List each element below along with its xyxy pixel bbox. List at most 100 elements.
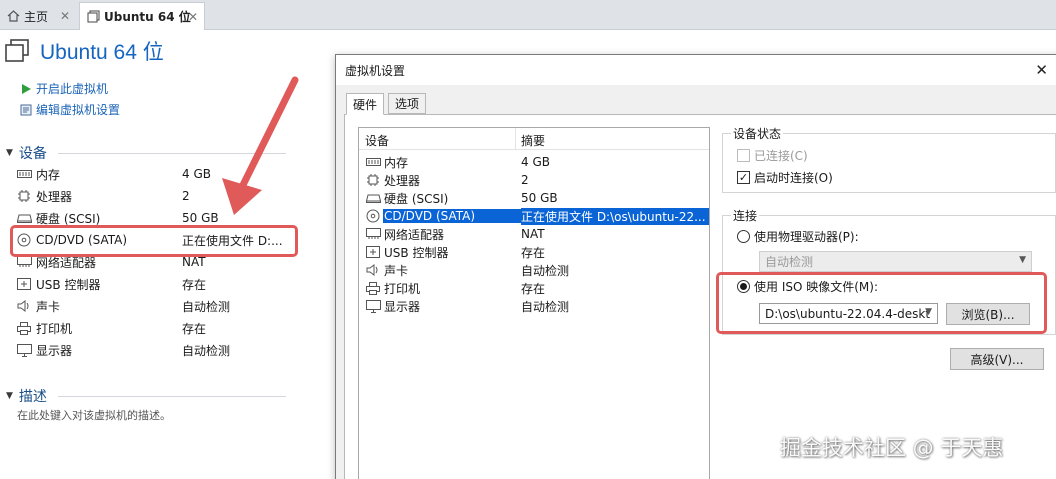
edit-settings-label: 编辑虚拟机设置 xyxy=(36,103,121,117)
device-row-sound[interactable]: 声卡 自动检测 xyxy=(16,295,294,317)
hardware-row-cdrom[interactable]: CD/DVD (SATA) 正在使用文件 D:\os\ubuntu-22... xyxy=(359,207,709,225)
tab-vm[interactable]: Ubuntu 64 位 ✕ xyxy=(79,2,205,30)
connected-checkbox: 已连接(C) xyxy=(737,147,808,164)
hardware-list-header: 设备 摘要 xyxy=(359,128,709,150)
collapse-triangle-icon: ▼ xyxy=(6,391,13,401)
network-icon xyxy=(365,227,381,241)
dialog-title: 虚拟机设置 xyxy=(345,63,406,78)
vm-settings-dialog: 虚拟机设置 ✕ 硬件 选项 设备 摘要 内存 4 GB 处理器 2 硬盘 (SC… xyxy=(335,54,1056,479)
description-placeholder[interactable]: 在此处键入对该虚拟机的描述。 xyxy=(17,407,171,423)
close-icon[interactable]: ✕ xyxy=(1035,61,1048,79)
memory-icon xyxy=(365,155,381,169)
edit-settings-link[interactable]: 编辑虚拟机设置 xyxy=(20,101,120,118)
device-value: 自动检测 xyxy=(182,343,231,358)
printer-icon xyxy=(365,281,381,295)
tab-vm-label: Ubuntu 64 位 xyxy=(104,10,191,24)
hardware-row-usb[interactable]: USB 控制器 存在 xyxy=(359,243,709,261)
hardware-value: NAT xyxy=(521,227,545,241)
hardware-row-harddisk[interactable]: 硬盘 (SCSI) 50 GB xyxy=(359,189,709,207)
device-name: 内存 xyxy=(36,167,61,182)
page-title: Ubuntu 64 位 xyxy=(40,41,164,64)
device-row-cpu[interactable]: 处理器 2 xyxy=(16,185,294,207)
device-value: 存在 xyxy=(182,277,207,292)
device-row-printer[interactable]: 打印机 存在 xyxy=(16,317,294,339)
usb-icon xyxy=(16,277,32,291)
hardware-value: 自动检测 xyxy=(521,299,570,314)
divider xyxy=(58,396,286,397)
highlight-box xyxy=(10,225,298,257)
device-value: NAT xyxy=(182,255,206,269)
physical-drive-label: 使用物理驱动器(P): xyxy=(754,230,859,244)
cpu-icon xyxy=(16,189,32,203)
hardware-value: 4 GB xyxy=(521,155,550,169)
devices-section-header[interactable]: ▼ 设备 xyxy=(6,143,47,163)
highlight-box xyxy=(716,272,1047,334)
device-name: 打印机 xyxy=(36,321,73,336)
hardware-list[interactable]: 设备 摘要 内存 4 GB 处理器 2 硬盘 (SCSI) 50 GB CD/D… xyxy=(358,127,710,479)
dialog-titlebar: 虚拟机设置 ✕ xyxy=(336,55,1056,85)
hardware-name: 打印机 xyxy=(384,281,421,296)
hardware-name: CD/DVD (SATA) xyxy=(383,209,521,223)
device-name: 硬盘 (SCSI) xyxy=(36,211,101,226)
hardware-row-cpu[interactable]: 处理器 2 xyxy=(359,171,709,189)
column-header-device[interactable]: 设备 xyxy=(365,132,389,149)
device-value: 50 GB xyxy=(182,211,219,225)
device-value: 4 GB xyxy=(182,167,211,181)
hardware-value: 正在使用文件 D:\os\ubuntu-22... xyxy=(521,207,709,225)
device-row-display[interactable]: 显示器 自动检测 xyxy=(16,339,294,361)
device-row-memory[interactable]: 内存 4 GB xyxy=(16,163,294,185)
tab-hardware[interactable]: 硬件 xyxy=(346,93,385,115)
play-icon xyxy=(20,83,32,95)
connection-title: 连接 xyxy=(731,207,760,224)
hardware-row-printer[interactable]: 打印机 存在 xyxy=(359,279,709,297)
device-value: 存在 xyxy=(182,321,207,336)
collapse-triangle-icon: ▼ xyxy=(6,148,13,158)
device-row-usb[interactable]: USB 控制器 存在 xyxy=(16,273,294,295)
network-icon xyxy=(16,255,32,269)
device-value: 2 xyxy=(182,189,190,203)
device-status-title: 设备状态 xyxy=(731,125,784,142)
tab-options[interactable]: 选项 xyxy=(388,93,427,114)
hardware-row-network[interactable]: 网络适配器 NAT xyxy=(359,225,709,243)
hardware-value: 存在 xyxy=(521,245,546,260)
divider xyxy=(58,153,286,154)
hardware-row-display[interactable]: 显示器 自动检测 xyxy=(359,297,709,315)
connected-label: 已连接(C) xyxy=(754,149,808,163)
sound-icon xyxy=(365,263,381,277)
device-name: USB 控制器 xyxy=(36,277,101,292)
display-icon xyxy=(365,299,381,313)
display-icon xyxy=(16,343,32,357)
tab-bar: 主页 ✕ Ubuntu 64 位 ✕ xyxy=(0,0,1056,30)
close-icon[interactable]: ✕ xyxy=(188,10,198,24)
memory-icon xyxy=(16,167,32,181)
home-icon xyxy=(6,9,20,23)
checkbox-box xyxy=(737,149,750,162)
devices-section-label: 设备 xyxy=(18,146,47,162)
tab-home-label: 主页 xyxy=(24,9,49,24)
tab-home[interactable]: 主页 ✕ xyxy=(0,2,76,30)
close-icon[interactable]: ✕ xyxy=(60,9,70,23)
hardware-value: 2 xyxy=(521,173,529,187)
description-section-header[interactable]: ▼ 描述 xyxy=(6,386,47,406)
radio-button xyxy=(737,230,750,243)
advanced-button[interactable]: 高级(V)... xyxy=(950,348,1044,370)
connect-at-power-on-checkbox[interactable]: ✓ 启动时连接(O) xyxy=(737,169,833,186)
device-name: 声卡 xyxy=(36,299,61,314)
connect-at-power-on-label: 启动时连接(O) xyxy=(754,171,833,185)
hardware-name: 声卡 xyxy=(384,263,409,278)
column-separator[interactable] xyxy=(515,128,516,150)
power-on-label: 开启此虚拟机 xyxy=(36,82,109,96)
hardware-name: 网络适配器 xyxy=(384,227,445,242)
edit-settings-icon xyxy=(20,104,32,116)
hardware-row-memory[interactable]: 内存 4 GB xyxy=(359,153,709,171)
chevron-down-icon: ▼ xyxy=(1019,255,1026,265)
hardware-row-sound[interactable]: 声卡 自动检测 xyxy=(359,261,709,279)
device-value: 自动检测 xyxy=(182,299,231,314)
physical-drive-radio[interactable]: 使用物理驱动器(P): xyxy=(737,228,859,245)
power-on-link[interactable]: 开启此虚拟机 xyxy=(20,80,108,97)
column-header-summary[interactable]: 摘要 xyxy=(521,132,545,149)
hardware-name: 内存 xyxy=(384,155,409,170)
hardware-value: 50 GB xyxy=(521,191,558,205)
printer-icon xyxy=(16,321,32,335)
vm-icon xyxy=(4,39,30,63)
